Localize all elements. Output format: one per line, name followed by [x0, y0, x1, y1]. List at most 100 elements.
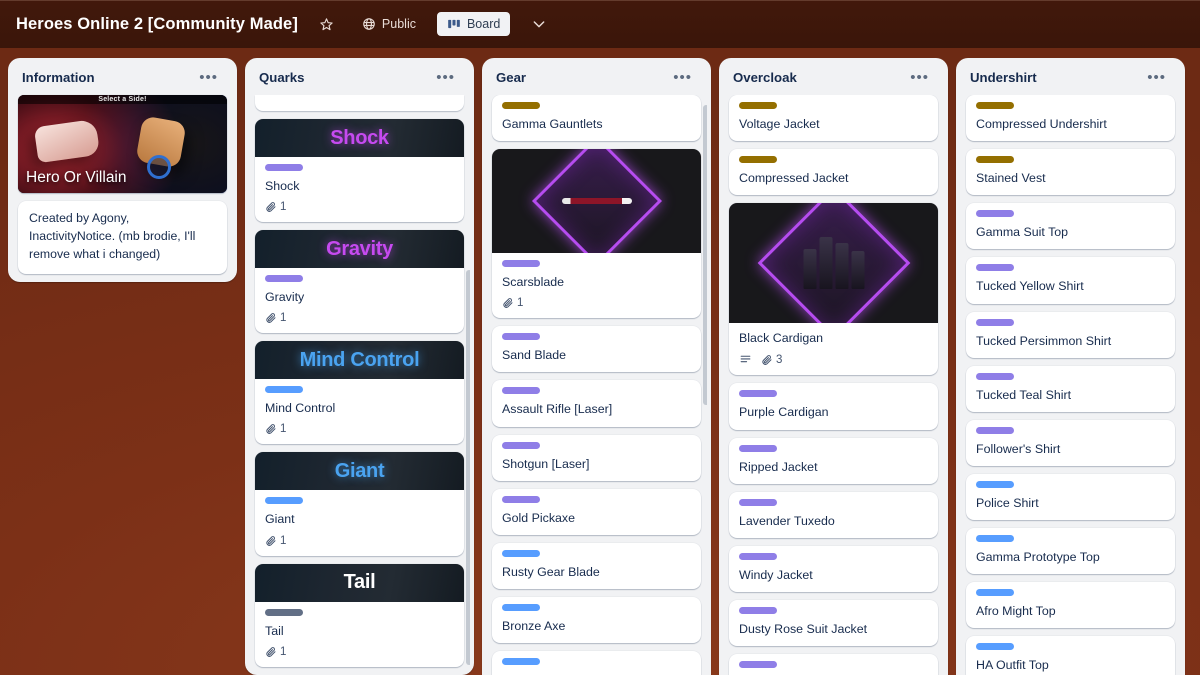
card[interactable]: Black Cardigan 3	[729, 203, 938, 376]
card[interactable]: Iron Axe	[492, 651, 701, 675]
card[interactable]: Compressed Jacket	[729, 149, 938, 196]
list-menu-button[interactable]: •••	[905, 70, 934, 85]
card-title: Gamma Gauntlets	[502, 117, 603, 131]
cover-banner-text: Shock	[330, 126, 389, 149]
list-scrollbar[interactable]	[703, 105, 707, 405]
card-badges: 1	[502, 297, 691, 309]
attachment-count: 1	[280, 534, 287, 547]
list-scrollbar[interactable]	[466, 270, 470, 665]
card-body: HA Outfit Top	[966, 636, 1175, 675]
list-menu-button[interactable]: •••	[431, 70, 460, 85]
card[interactable]: Compressed Undershirt	[966, 95, 1175, 142]
card[interactable]: Lavender Tuxedo	[729, 491, 938, 538]
card[interactable]: Sand Blade	[492, 326, 701, 373]
list-cards[interactable]: Select a Side! Hero Or Villain Created by …	[12, 95, 233, 278]
note-card[interactable]: Created by Agony, InactivityNotice. (mb …	[18, 201, 227, 275]
card[interactable]: Follower's Shirt	[966, 419, 1175, 466]
list-column-undershirt[interactable]: Undershirt ••• Compressed Undershirt Staine…	[956, 58, 1185, 675]
list-cards[interactable]: Shock Shock 1 Gravity Gravity 1 Mind Control Mi…	[249, 95, 470, 671]
card-title: Ripped Jacket	[739, 459, 818, 474]
board-canvas[interactable]: Information ••• Select a Side! Hero Or Vill…	[0, 48, 1200, 675]
card[interactable]: Shotgun [Laser]	[492, 434, 701, 481]
card-title: Bronze Axe	[502, 618, 566, 633]
card-body: Giant 1	[255, 490, 464, 555]
card[interactable]: Tail Tail 1	[255, 563, 464, 667]
card[interactable]: Shock Shock 1	[255, 119, 464, 223]
card-body: Tucked Yellow Shirt	[966, 257, 1175, 303]
card-label-chip	[502, 387, 540, 395]
list-cards[interactable]: Gamma Gauntlets Scarsblade 1 Sand Blade Assa…	[486, 95, 707, 675]
card[interactable]: Gamma Gauntlets	[492, 95, 701, 142]
card-cover-banner: Gravity	[255, 230, 464, 269]
card-body: Compressed Jacket	[729, 149, 938, 195]
card-label-chip	[502, 260, 540, 268]
card-title: Follower's Shirt	[976, 441, 1061, 456]
list-cards[interactable]: Voltage Jacket Compressed Jacket Black Car…	[723, 95, 944, 675]
paperclip-icon	[265, 646, 277, 658]
card[interactable]: HA Outfit Top	[966, 636, 1175, 675]
card-body: Purple Cardigan	[729, 383, 938, 429]
card[interactable]: Gravity Gravity 1	[255, 230, 464, 334]
board-visibility-button[interactable]: Public	[355, 12, 423, 36]
list-menu-button[interactable]: •••	[194, 70, 223, 85]
description-badge	[739, 353, 752, 366]
card-title: Sand Blade	[502, 348, 567, 363]
card-title: HA Outfit Top	[976, 658, 1049, 673]
list-column-gear[interactable]: Gear ••• Gamma Gauntlets Scarsblade 1 Sand Bl…	[482, 58, 711, 675]
card[interactable]: Tucked Yellow Shirt	[966, 257, 1175, 304]
card-partial-top[interactable]	[255, 95, 464, 111]
card-body: Assault Rifle [Laser]	[492, 380, 701, 426]
card-label-chip	[739, 606, 777, 614]
card[interactable]: Golden Jacket	[729, 654, 938, 675]
attachment-badge: 1	[265, 535, 286, 547]
paperclip-icon	[265, 423, 277, 435]
card[interactable]: Tucked Teal Shirt	[966, 365, 1175, 412]
card[interactable]: Windy Jacket	[729, 545, 938, 592]
card[interactable]: Select a Side! Hero Or Villain	[18, 95, 227, 193]
card-label-chip	[739, 552, 777, 560]
card-body: Gamma Suit Top	[966, 203, 1175, 249]
card[interactable]: Dusty Rose Suit Jacket	[729, 599, 938, 646]
card-body: Iron Axe	[492, 651, 701, 675]
card[interactable]: Gold Pickaxe	[492, 488, 701, 535]
card[interactable]: Gamma Prototype Top	[966, 528, 1175, 575]
list-title: Overcloak	[733, 70, 797, 85]
card-title: Gold Pickaxe	[502, 510, 576, 525]
card[interactable]: Voltage Jacket	[729, 95, 938, 142]
card[interactable]: Scarsblade 1	[492, 149, 701, 319]
card[interactable]: Tucked Persimmon Shirt	[966, 311, 1175, 358]
page-title: Heroes Online 2 [Community Made]	[16, 14, 298, 33]
card[interactable]: Ripped Jacket	[729, 437, 938, 484]
card[interactable]: Purple Cardigan	[729, 383, 938, 430]
card-badges: 1	[265, 423, 454, 435]
neon-diamond-shape	[757, 203, 910, 324]
list-column-quarks[interactable]: Quarks ••• Shock Shock 1 Gravity Gravity 1 Mind …	[245, 58, 474, 675]
card[interactable]: Gamma Suit Top	[966, 203, 1175, 250]
neon-diamond-shape	[531, 149, 662, 254]
card[interactable]: Rusty Gear Blade	[492, 542, 701, 589]
sword-icon	[561, 198, 632, 205]
list-column-information[interactable]: Information ••• Select a Side! Hero Or Vill…	[8, 58, 237, 283]
board-view-dropdown-button[interactable]	[524, 11, 554, 37]
list-menu-button[interactable]: •••	[1142, 70, 1171, 85]
card[interactable]: Bronze Axe	[492, 596, 701, 643]
card[interactable]: Giant Giant 1	[255, 452, 464, 556]
list-menu-button[interactable]: •••	[668, 70, 697, 85]
card[interactable]: Police Shirt	[966, 473, 1175, 520]
attachment-count: 1	[517, 297, 524, 310]
list-cards[interactable]: Compressed Undershirt Stained Vest Gamma S…	[960, 95, 1181, 675]
card[interactable]: Afro Might Top	[966, 582, 1175, 629]
card[interactable]: Mind Control Mind Control 1	[255, 341, 464, 445]
card-body: Gravity 1	[255, 268, 464, 333]
star-board-button[interactable]	[312, 12, 341, 37]
card-badges: 1	[265, 201, 454, 213]
card-title: Tucked Persimmon Shirt	[976, 333, 1112, 348]
card-body: Voltage Jacket	[729, 95, 938, 141]
list-header: Quarks •••	[249, 66, 470, 95]
board-view-switcher[interactable]: Board	[436, 12, 511, 36]
card-title: Tucked Teal Shirt	[976, 387, 1072, 402]
card[interactable]: Stained Vest	[966, 149, 1175, 196]
card[interactable]: Assault Rifle [Laser]	[492, 380, 701, 427]
list-column-overcloak[interactable]: Overcloak ••• Voltage Jacket Compressed Jac…	[719, 58, 948, 675]
cover-banner-text: Mind Control	[299, 348, 420, 371]
